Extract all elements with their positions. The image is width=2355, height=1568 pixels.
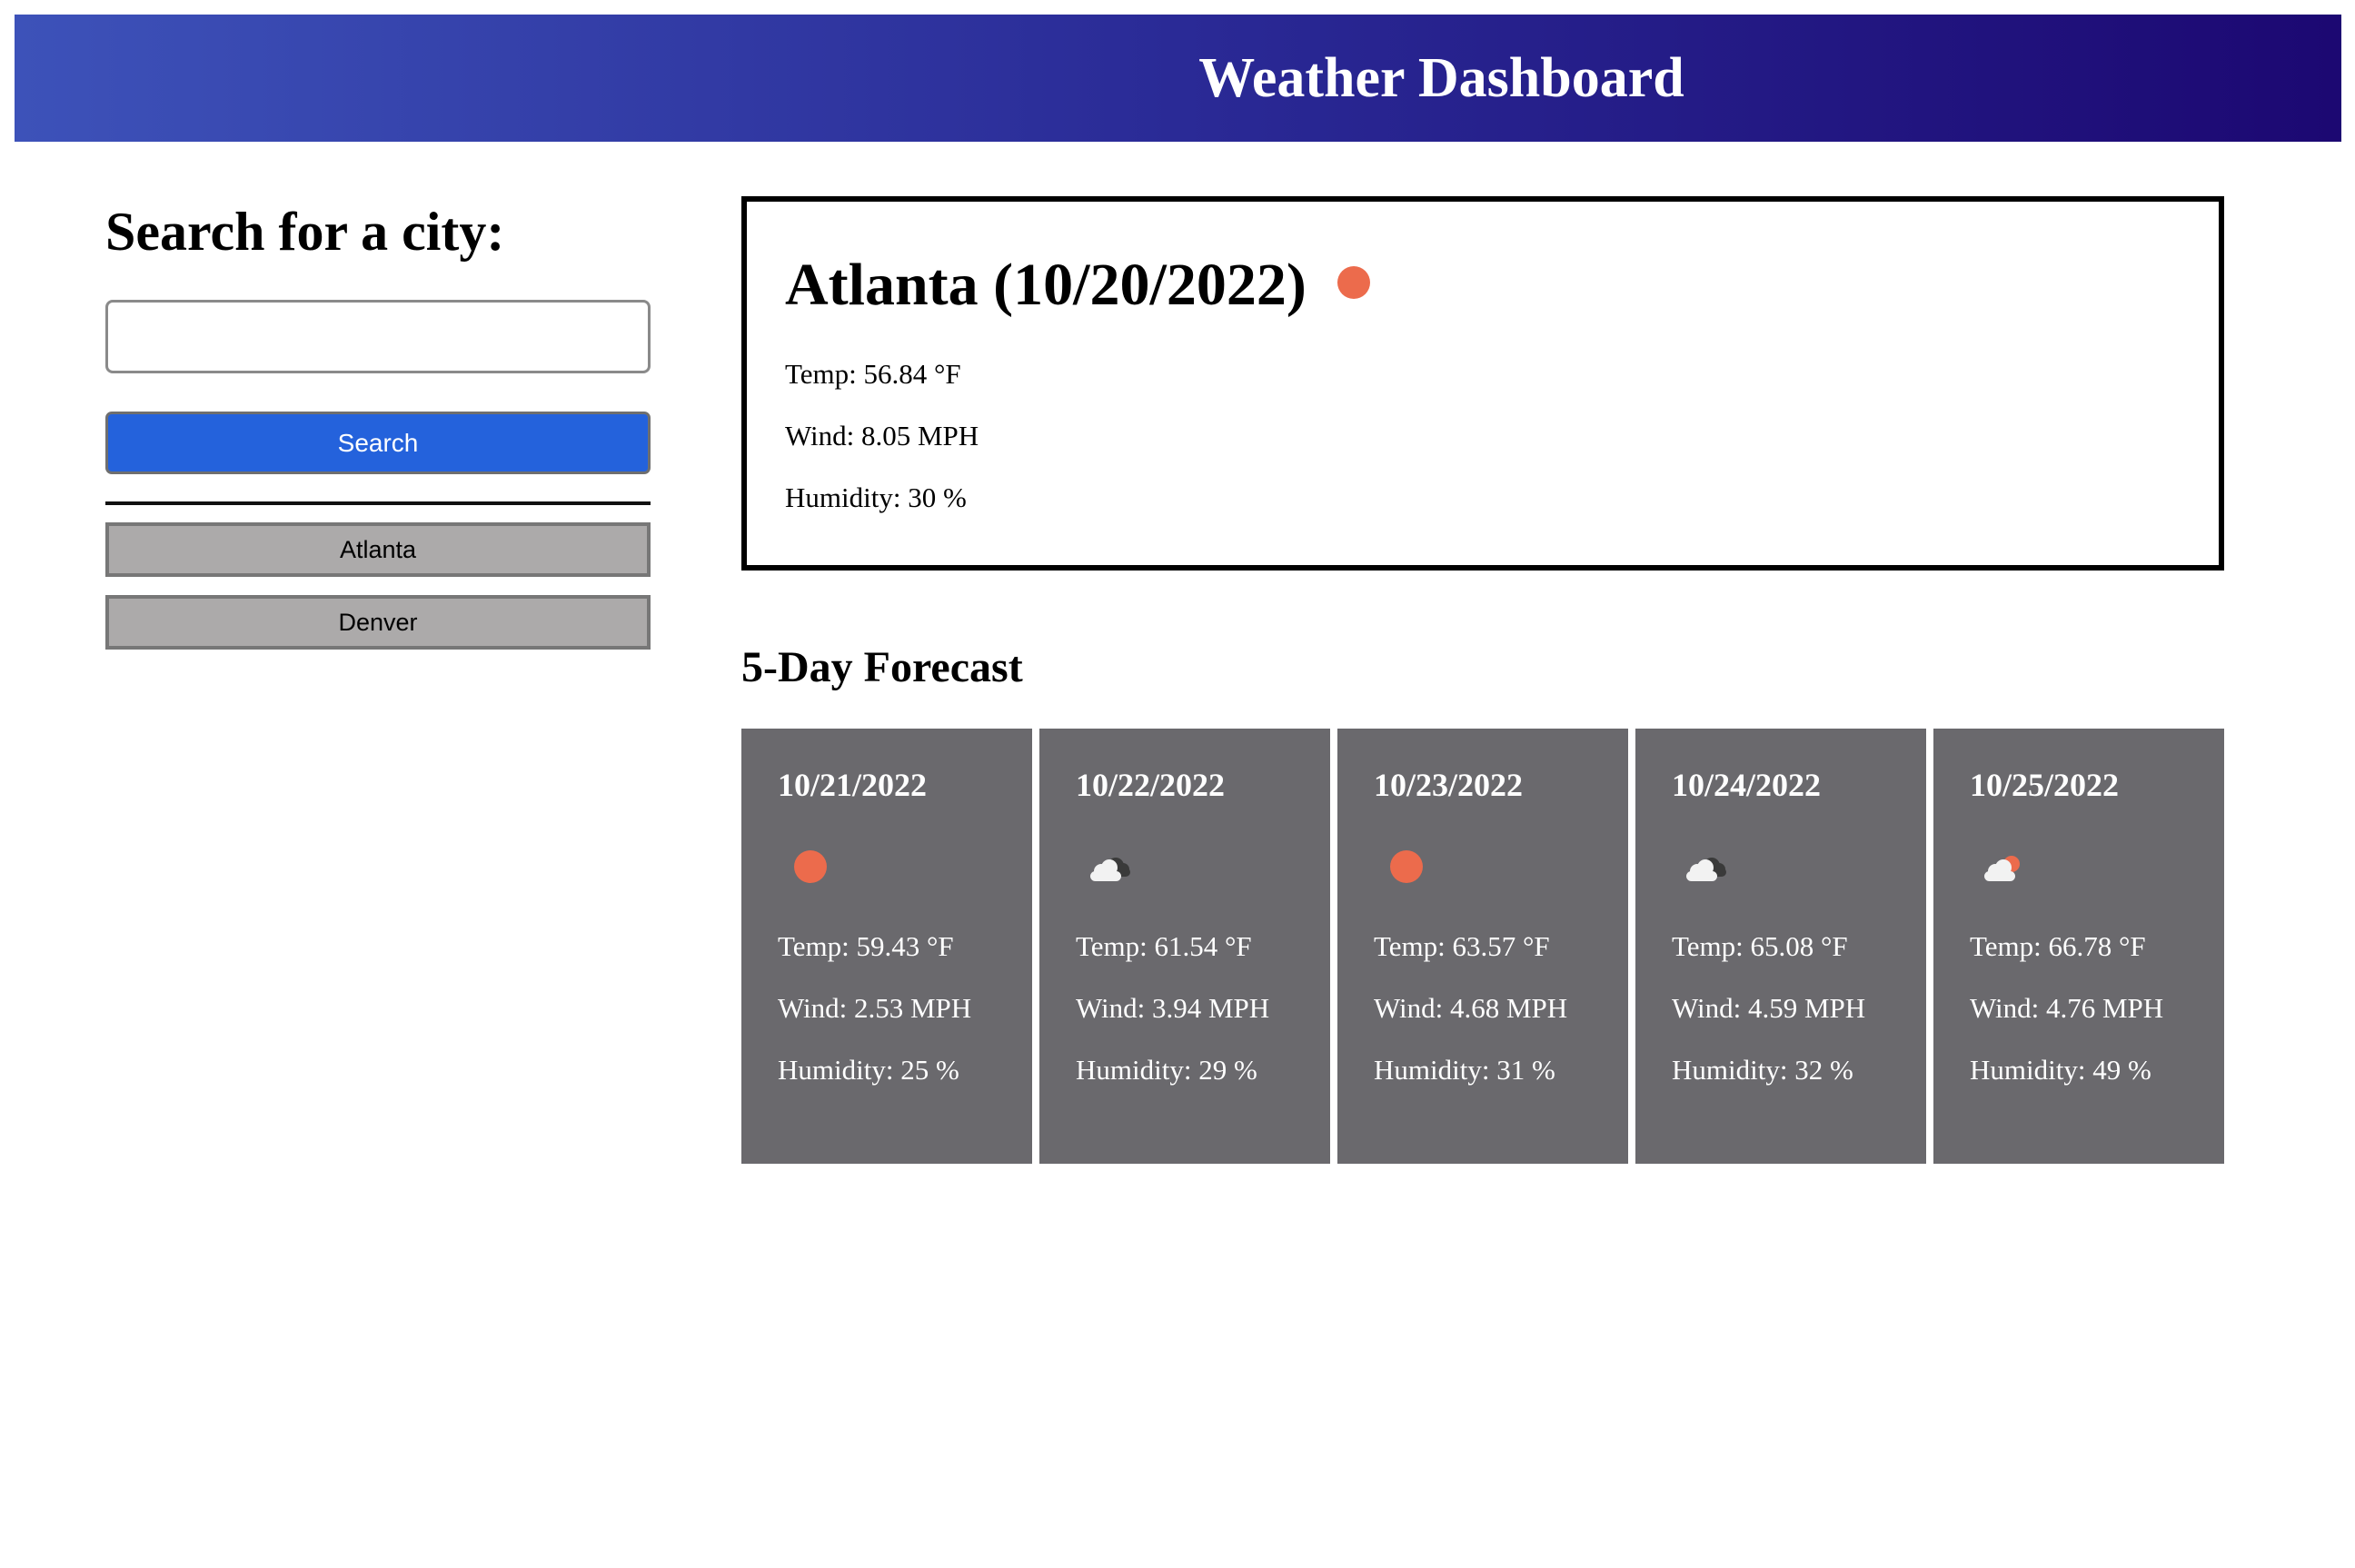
forecast-date: 10/21/2022 [778,767,928,803]
forecast-cards: 10/21/2022 Temp: 59.43 °F Wind: 2.53 MPH… [741,729,2224,1164]
forecast-humidity: Humidity: 32 % [1672,1054,1853,1086]
forecast-temp: Temp: 65.08 °F [1672,930,1848,962]
page: Weather Dashboard Search for a city: Sea… [0,0,2355,1568]
search-heading: Search for a city: [105,202,505,262]
partly-cloudy-icon [1984,856,2020,881]
app-header: Weather Dashboard [15,15,2341,142]
forecast-date: 10/24/2022 [1672,767,1822,803]
forecast-card: 10/23/2022 Temp: 63.57 °F Wind: 4.68 MPH… [1337,729,1628,1164]
forecast-heading: 5-Day Forecast [741,643,1023,691]
forecast-card: 10/21/2022 Temp: 59.43 °F Wind: 2.53 MPH… [741,729,1032,1164]
forecast-icon-wrap [778,846,1032,888]
forecast-humidity: Humidity: 29 % [1076,1054,1257,1086]
forecast-wind: Wind: 2.53 MPH [778,992,972,1024]
sun-icon [794,850,827,883]
forecast-card: 10/22/2022 Temp: 61.54 °F Wind: 3.94 MPH… [1039,729,1330,1164]
forecast-humidity: Humidity: 49 % [1970,1054,2151,1086]
cloud-icon [1090,858,1130,881]
current-weather-card: Atlanta (10/20/2022) Temp: 56.84 °F Wind… [741,196,2224,571]
forecast-wind: Wind: 4.59 MPH [1672,992,1866,1024]
forecast-temp: Temp: 61.54 °F [1076,930,1252,962]
history-button-atlanta[interactable]: Atlanta [105,522,651,577]
forecast-humidity: Humidity: 31 % [1374,1054,1555,1086]
current-city-title: Atlanta (10/20/2022) [785,252,1307,318]
forecast-temp: Temp: 63.57 °F [1374,930,1550,962]
forecast-icon-wrap [1672,846,1926,888]
forecast-temp: Temp: 59.43 °F [778,930,954,962]
app-title: Weather Dashboard [1198,46,1684,109]
forecast-wind: Wind: 4.68 MPH [1374,992,1568,1024]
forecast-wind: Wind: 3.94 MPH [1076,992,1270,1024]
cloud-icon [1686,858,1726,881]
city-search-input[interactable] [105,300,651,373]
forecast-date: 10/23/2022 [1374,767,1524,803]
search-sidebar: Search for a city: Search Atlanta Denver [105,191,651,650]
forecast-date: 10/22/2022 [1076,767,1226,803]
forecast-date: 10/25/2022 [1970,767,2120,803]
forecast-card: 10/24/2022 Temp: 65.08 °F Wind: 4.59 MPH… [1635,729,1926,1164]
current-temp: Temp: 56.84 °F [785,358,961,390]
search-button[interactable]: Search [105,412,651,474]
divider [105,501,651,505]
forecast-card: 10/25/2022 Temp: 66.78 °F Wind: 4.76 MPH… [1933,729,2224,1164]
forecast-icon-wrap [1076,846,1330,888]
search-history-list: Atlanta Denver [105,522,651,650]
forecast-wind: Wind: 4.76 MPH [1970,992,2164,1024]
sun-icon [1390,850,1423,883]
current-wind: Wind: 8.05 MPH [785,420,979,452]
current-humidity: Humidity: 30 % [785,481,967,513]
forecast-temp: Temp: 66.78 °F [1970,930,2146,962]
current-weather-header: Atlanta (10/20/2022) [785,249,2219,322]
forecast-icon-wrap [1374,846,1628,888]
forecast-icon-wrap [1970,846,2224,888]
sun-icon [1336,266,1370,299]
history-button-denver[interactable]: Denver [105,595,651,650]
forecast-humidity: Humidity: 25 % [778,1054,959,1086]
